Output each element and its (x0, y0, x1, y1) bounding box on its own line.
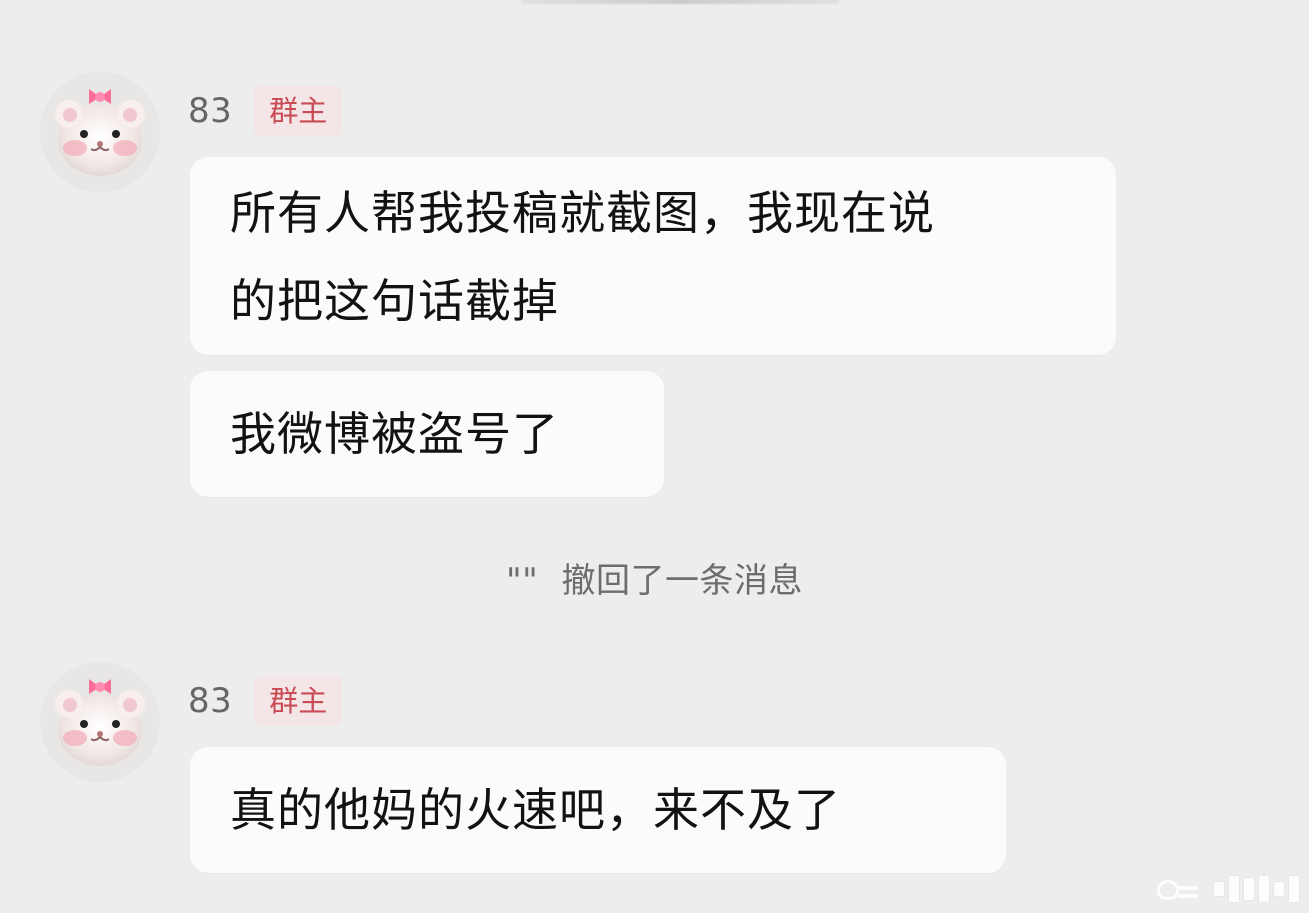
sender-name[interactable]: 83 (188, 684, 232, 718)
recall-user-name: "" (505, 561, 539, 601)
watermark-bar (1229, 876, 1239, 902)
watermark-bar (1214, 882, 1224, 896)
message-bubble[interactable]: 我微博被盗号了 (190, 371, 664, 497)
message-text-line: 所有人帮我投稿就截图，我现在说 (230, 186, 935, 240)
message-text-line: 的把这句话截掉 (230, 274, 559, 328)
group-owner-badge: 群主 (254, 676, 343, 726)
group-owner-badge: 群主 (254, 86, 343, 136)
sender-row: 83 群主 (188, 676, 343, 726)
recall-text: 撤回了一条消息 (561, 561, 804, 601)
weibo-watermark-icon (1109, 873, 1299, 905)
watermark-bar (1244, 878, 1254, 900)
watermark-bar (1289, 876, 1299, 902)
message-text: 真的他妈的火速吧，来不及了 (230, 783, 841, 837)
message-recall-notice: "" 撤回了一条消息 (0, 556, 1309, 606)
weibo-logo-icon (1155, 875, 1209, 903)
top-cropped-text (520, 0, 840, 4)
message-bubble[interactable]: 所有人帮我投稿就截图，我现在说 的把这句话截掉 (190, 157, 1116, 355)
chat-screen: 83 群主 所有人帮我投稿就截图，我现在说 的把这句话截掉 我微博被盗号了 ""… (0, 0, 1309, 913)
watermark-bar (1259, 876, 1269, 902)
message-bubble[interactable]: 真的他妈的火速吧，来不及了 (190, 747, 1006, 873)
sender-name[interactable]: 83 (188, 94, 232, 128)
watermark-bar (1274, 882, 1284, 896)
sender-row: 83 群主 (188, 86, 343, 136)
message-text: 我微博被盗号了 (230, 407, 559, 461)
hamster-avatar-icon[interactable] (40, 72, 160, 192)
hamster-avatar-icon[interactable] (40, 662, 160, 782)
